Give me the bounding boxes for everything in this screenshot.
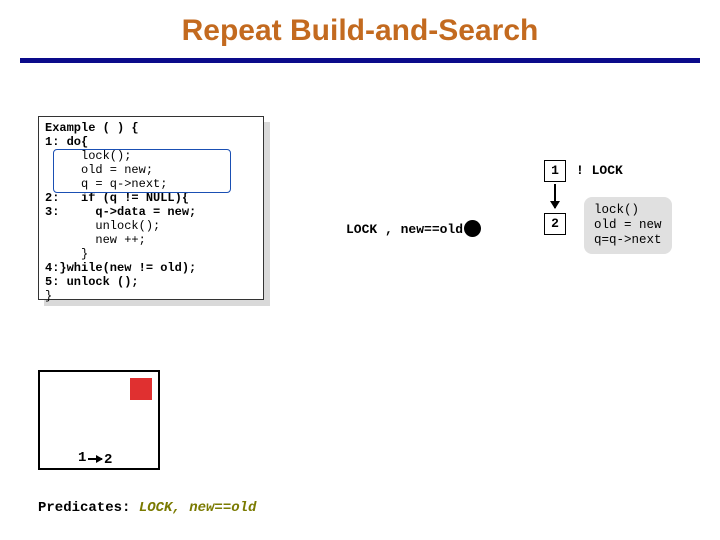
- label-lockeq: LOCK , new==old: [346, 222, 463, 237]
- codebox: Example ( ) { 1: do{ lock(); old = new; …: [38, 116, 264, 300]
- node-1: 1: [544, 160, 566, 182]
- code-line: new ++;: [45, 233, 146, 247]
- mini-arrow-icon: [88, 458, 102, 460]
- predicates-line: Predicates: LOCK, new==old: [38, 500, 256, 516]
- code-line: lock();: [45, 149, 131, 163]
- code-line: q = q->next;: [45, 177, 167, 191]
- side-line: q=q->next: [594, 233, 662, 248]
- title-underline: [20, 58, 700, 63]
- code-line: }: [45, 247, 88, 261]
- predicates-label: Predicates:: [38, 500, 130, 516]
- code-line: }: [45, 289, 52, 303]
- label-notlock: ! LOCK: [576, 163, 623, 178]
- code-line: 5: unlock ();: [45, 275, 139, 289]
- arrow-icon: [554, 184, 556, 208]
- node-2: 2: [544, 213, 566, 235]
- code-line: 2: if (q != NULL){: [45, 191, 189, 205]
- side-line: old = new: [594, 218, 662, 233]
- code-line: 3: q->data = new;: [45, 205, 196, 219]
- predicates-value: LOCK, new==old: [130, 500, 256, 516]
- code-example-box: Example ( ) { 1: do{ lock(); old = new; …: [38, 116, 264, 300]
- side-annotation: lock() old = new q=q->next: [584, 197, 672, 254]
- code-line: unlock();: [45, 219, 160, 233]
- start-dot-icon: [464, 220, 481, 237]
- red-square-icon: [130, 378, 152, 400]
- mini-node-1: 1: [78, 450, 86, 466]
- code-line: Example ( ) {: [45, 121, 139, 135]
- mini-node-2: 2: [104, 452, 112, 468]
- code-line: 4:}while(new != old);: [45, 261, 196, 275]
- slide-title: Repeat Build-and-Search: [0, 0, 720, 58]
- side-line: lock(): [594, 203, 662, 218]
- code-line: old = new;: [45, 163, 153, 177]
- cfg-graph: 1 2 ! LOCK LOCK , new==old lock() old = …: [344, 160, 704, 280]
- code-line: 1: do{: [45, 135, 88, 149]
